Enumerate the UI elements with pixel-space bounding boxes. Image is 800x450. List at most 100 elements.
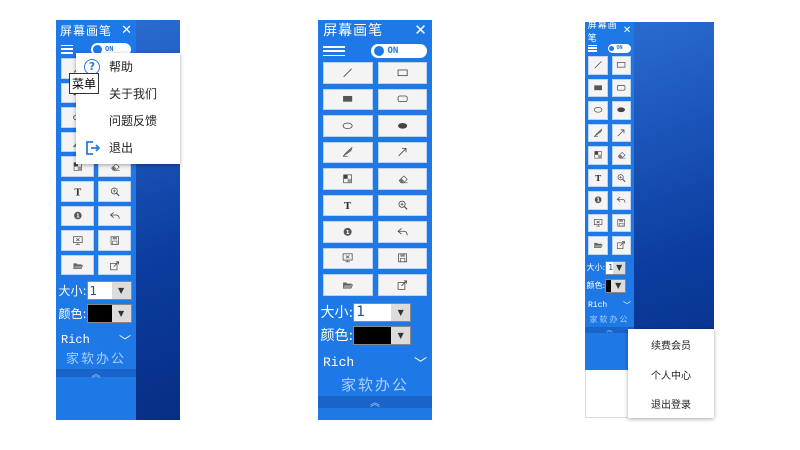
tool-button[interactable] (323, 88, 373, 110)
rich-row[interactable]: Rich ﹀ (318, 352, 432, 374)
tool-button[interactable] (377, 88, 427, 110)
tool-button[interactable] (377, 274, 427, 296)
tool-button[interactable] (377, 194, 427, 216)
export-icon (109, 260, 119, 270)
size-select[interactable]: 1 ▼ (605, 260, 627, 275)
tool-grid: T 1 (318, 62, 432, 296)
tool-button[interactable] (611, 168, 631, 187)
menu-item-label: 个人中心 (651, 370, 691, 382)
size-select[interactable]: 1 ▼ (353, 302, 412, 322)
menu-item-personal-center[interactable]: 个人中心 (628, 359, 714, 389)
tool-button[interactable]: T (323, 194, 373, 216)
tool-button[interactable] (323, 274, 373, 296)
ellipse-outline-tool-icon (593, 107, 602, 113)
tool-button[interactable] (611, 78, 631, 97)
hamburger-line (61, 52, 73, 54)
tool-button[interactable] (323, 141, 373, 163)
eraser-tool-icon (398, 175, 408, 184)
open-folder-icon (72, 262, 83, 269)
svg-text:T: T (344, 201, 352, 212)
tool-button[interactable]: 1 (588, 191, 608, 210)
tool-button[interactable] (611, 101, 631, 120)
collapse-bar[interactable]: ︽ (585, 326, 634, 334)
tool-button[interactable] (61, 230, 94, 251)
close-icon[interactable]: ✕ (623, 26, 631, 36)
tool-button[interactable] (611, 56, 631, 75)
tool-button[interactable] (323, 247, 373, 269)
close-icon[interactable]: ✕ (121, 24, 132, 37)
menu-item-logout[interactable]: 退出登录 (628, 389, 714, 418)
tool-button[interactable]: 1 (323, 221, 373, 243)
tool-button[interactable] (323, 115, 373, 137)
number-tool-icon: 1 (594, 196, 602, 204)
tool-button[interactable] (323, 168, 373, 190)
color-select[interactable]: ▼ (86, 304, 132, 324)
size-row: 大小: 1 ▼ (318, 301, 432, 324)
tool-button[interactable] (377, 141, 427, 163)
collapse-bar[interactable]: ︽ (56, 369, 136, 380)
clear-screen-icon (342, 253, 353, 263)
color-select[interactable]: ▼ (605, 278, 627, 293)
tool-button[interactable] (61, 254, 94, 276)
tool-button[interactable] (588, 101, 608, 120)
tool-button[interactable] (588, 56, 608, 75)
color-select[interactable]: ▼ (353, 325, 412, 345)
menu-item-exit[interactable]: 退出 (76, 134, 180, 161)
hamburger-menu-icon[interactable] (588, 44, 597, 52)
tool-button[interactable] (98, 230, 131, 251)
chevron-down-icon: ▼ (611, 279, 626, 292)
tool-button[interactable] (611, 123, 631, 142)
toggle-label: ON (387, 46, 399, 56)
export-icon (617, 241, 625, 250)
tool-button[interactable] (588, 78, 608, 97)
tool-button[interactable] (588, 236, 608, 255)
rich-label: Rich (588, 301, 608, 310)
rectangle-outline-tool-icon (397, 69, 408, 76)
chevron-down-icon: ﹀ (623, 302, 631, 311)
tool-button[interactable] (377, 62, 427, 84)
menu-item-renew-membership[interactable]: 续费会员 (628, 329, 714, 359)
tool-button[interactable] (588, 213, 608, 232)
hamburger-menu-icon[interactable] (61, 44, 73, 54)
tool-button[interactable] (377, 247, 427, 269)
menu-item-feedback[interactable]: 问题反馈 (76, 107, 180, 134)
tool-button[interactable] (588, 123, 608, 142)
tool-button[interactable] (377, 115, 427, 137)
rectangle-outline-tool-icon (617, 62, 626, 68)
hamburger-menu-icon[interactable] (323, 46, 345, 56)
tool-button[interactable] (323, 62, 373, 84)
draw-on-toggle[interactable]: ON (608, 43, 631, 53)
tool-button[interactable]: 1 (61, 205, 94, 227)
tool-button[interactable] (611, 191, 631, 210)
size-select[interactable]: 1 ▼ (86, 281, 132, 301)
magnifier-tool-icon (110, 187, 120, 196)
chevron-down-icon: ▼ (613, 261, 626, 274)
tool-button[interactable] (611, 213, 631, 232)
clear-screen-icon (72, 236, 83, 245)
title-bar: 屏幕画笔 ✕ (585, 22, 634, 44)
arrow-tool-icon (397, 148, 407, 157)
rich-row[interactable]: Rich ﹀ (585, 299, 634, 313)
tool-button[interactable]: T (588, 168, 608, 187)
size-row: 大小: 1 ▼ (56, 279, 136, 302)
tool-button[interactable] (611, 236, 631, 255)
magnifier-tool-icon (398, 201, 408, 211)
rounded-rectangle-tool-icon (617, 84, 626, 91)
tool-button[interactable] (588, 146, 608, 165)
tool-button[interactable]: T (61, 180, 94, 202)
tool-button[interactable] (377, 221, 427, 243)
eraser-tool-icon (617, 152, 626, 159)
collapse-bar[interactable]: ︽ (318, 395, 432, 409)
app-title: 屏幕画笔 (60, 23, 113, 38)
tool-button[interactable] (611, 146, 631, 165)
rich-row[interactable]: Rich ﹀ (56, 329, 136, 351)
tool-button[interactable] (98, 254, 131, 276)
tool-button[interactable] (98, 180, 131, 202)
close-icon[interactable]: ✕ (414, 22, 427, 38)
draw-on-toggle[interactable]: ON (371, 44, 427, 58)
save-icon (110, 236, 119, 245)
size-label: 大小: (58, 284, 87, 299)
tool-button[interactable] (377, 168, 427, 190)
chevron-up-icon: ︽ (91, 369, 101, 380)
tool-button[interactable] (98, 205, 131, 227)
